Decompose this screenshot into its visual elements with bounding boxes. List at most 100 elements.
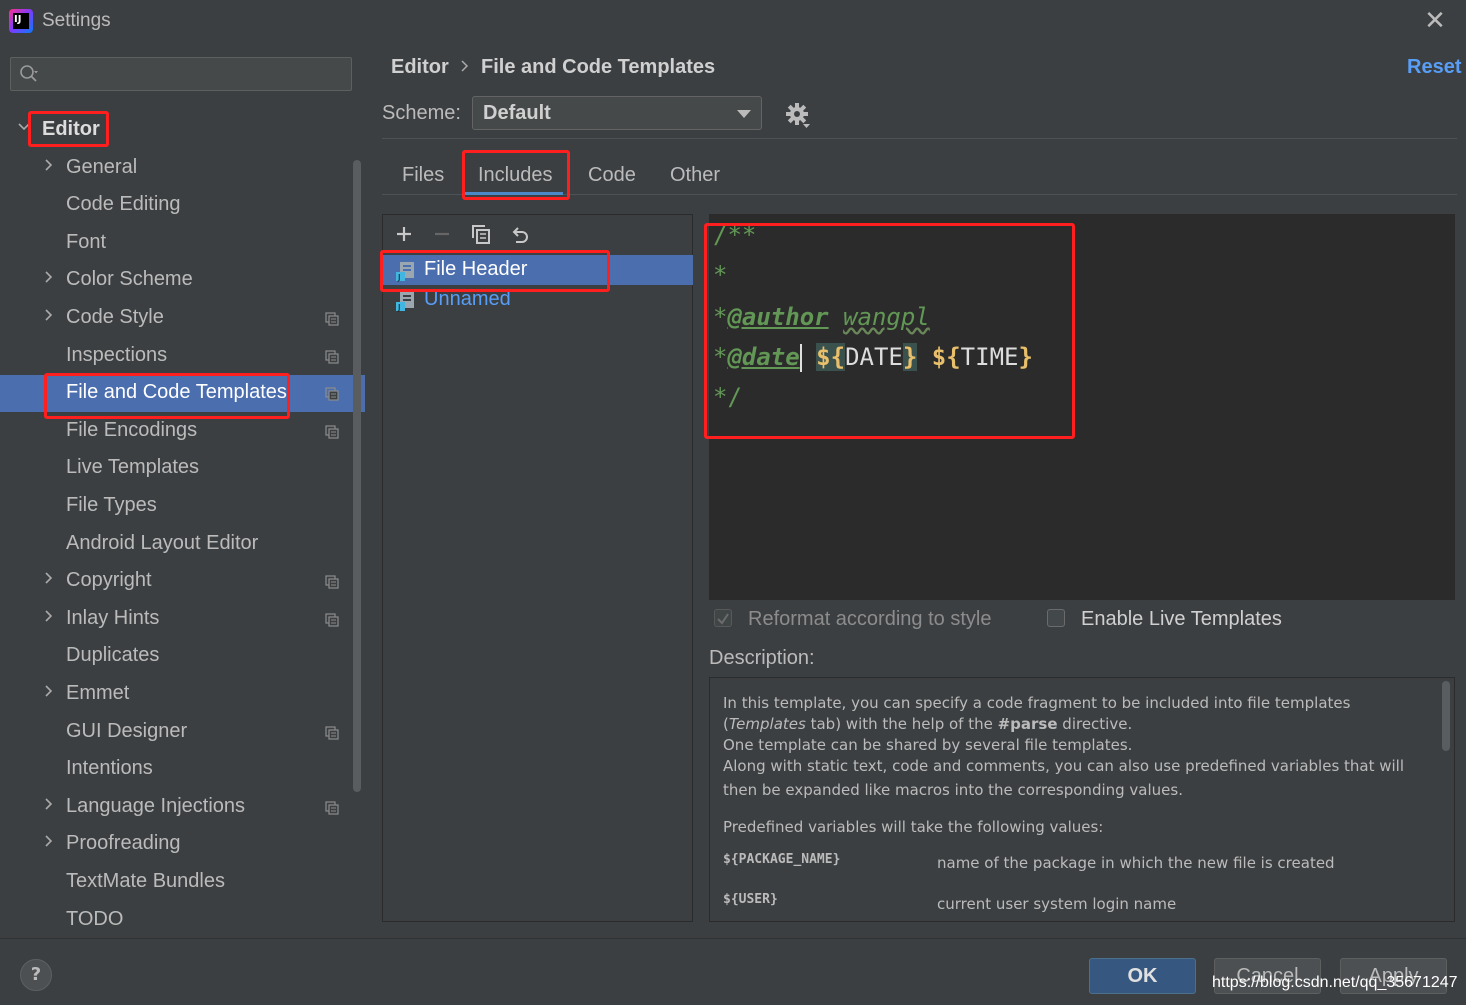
description-label: Description:: [709, 647, 815, 669]
chevron-right-icon[interactable]: [43, 798, 55, 810]
sidebar-item-label: Duplicates: [66, 644, 160, 666]
sidebar-item-copyright[interactable]: Copyright: [0, 563, 365, 600]
description-text: One template can be shared by several fi…: [723, 736, 1133, 754]
sidebar-scrollbar[interactable]: [353, 160, 361, 792]
date-variable: DATE: [845, 343, 903, 371]
variable-description: current user system login name: [937, 895, 1177, 913]
sidebar-item-intentions[interactable]: Intentions: [0, 751, 365, 788]
sidebar-item-label: Code Editing: [66, 193, 181, 215]
template-item-file-header[interactable]: J File Header: [383, 255, 693, 285]
breadcrumb-current: File and Code Templates: [481, 56, 716, 78]
sidebar-item-label: Language Injections: [66, 795, 246, 817]
chevron-right-icon[interactable]: [43, 309, 55, 321]
sidebar-item-proofreading[interactable]: Proofreading: [0, 826, 365, 863]
sidebar-item-font[interactable]: Font: [0, 225, 365, 262]
sidebar-item-file-and-code-templates[interactable]: File and Code Templates: [0, 375, 365, 412]
remove-icon[interactable]: [432, 224, 452, 244]
copy-icon[interactable]: [471, 224, 491, 244]
checkmark-icon: [717, 613, 729, 625]
java-file-icon: J: [396, 292, 414, 312]
watermark-text: https://blog.csdn.net/qq_35671247: [1212, 974, 1458, 991]
sidebar-item-code-style[interactable]: Code Style: [0, 300, 365, 337]
code-line: *@date ${DATE} ${TIME}: [713, 343, 1033, 372]
time-variable: TIME: [960, 343, 1019, 371]
chevron-right-icon[interactable]: [43, 271, 55, 283]
sidebar-item-label: Inspections: [66, 344, 168, 366]
description-text: Predefined variables will take the follo…: [723, 818, 1104, 836]
divider: [382, 138, 1457, 139]
scheme-label: Scheme:: [382, 102, 461, 124]
search-icon: [20, 65, 38, 82]
sidebar-item-label: Code Style: [66, 306, 164, 328]
sidebar-item-emmet[interactable]: Emmet: [0, 676, 365, 713]
settings-search-input[interactable]: [10, 57, 352, 91]
sidebar-item-language-injections[interactable]: Language Injections: [0, 789, 365, 826]
add-icon[interactable]: [394, 224, 414, 244]
sidebar-item-label: Font: [66, 231, 107, 253]
description-text: Along with static text, code and comment…: [723, 757, 1405, 775]
chevron-right-icon[interactable]: [43, 835, 55, 847]
reformat-checkbox[interactable]: Reformat according to style: [714, 608, 1014, 634]
reset-link[interactable]: Reset: [1407, 56, 1461, 79]
sidebar-item-duplicates[interactable]: Duplicates: [0, 638, 365, 675]
template-list-panel: J File Header J Unnamed: [382, 214, 693, 922]
window-title: Settings: [42, 10, 111, 31]
chevron-down-icon[interactable]: [18, 121, 30, 133]
sidebar-item-gui-designer[interactable]: GUI Designer: [0, 714, 365, 751]
sidebar-item-todo[interactable]: TODO: [0, 902, 365, 939]
sidebar-item-general[interactable]: General: [0, 150, 365, 187]
tab-includes[interactable]: Includes: [478, 164, 553, 187]
date-tag: @date: [727, 343, 800, 371]
description-text: then be expanded like macros into the co…: [723, 781, 1183, 799]
tab-files[interactable]: Files: [402, 164, 444, 187]
tab-code[interactable]: Code: [588, 164, 636, 187]
sidebar-item-label: File Types: [66, 494, 157, 516]
description-panel: In this template, you can specify a code…: [709, 677, 1455, 922]
sidebar-item-inspections[interactable]: Inspections: [0, 338, 365, 375]
code-line: /**: [713, 221, 757, 249]
code-line: *: [713, 261, 728, 289]
tree-item-editor[interactable]: Editor: [0, 112, 365, 149]
breadcrumb-parent[interactable]: Editor: [391, 56, 449, 79]
template-name: Unnamed: [424, 288, 511, 310]
sidebar-item-inlay-hints[interactable]: Inlay Hints: [0, 601, 365, 638]
sidebar-item-code-editing[interactable]: Code Editing: [0, 187, 365, 224]
project-scope-icon: [325, 350, 339, 364]
scheme-select[interactable]: Default: [472, 96, 762, 130]
chevron-right-icon[interactable]: [43, 610, 55, 622]
variable-description: name of the package in which the new fil…: [937, 854, 1335, 872]
sidebar-item-textmate-bundles[interactable]: TextMate Bundles: [0, 864, 365, 901]
help-button[interactable]: ?: [20, 959, 52, 991]
gear-icon[interactable]: [785, 102, 811, 128]
code-line: *@author wangpl: [713, 303, 930, 331]
enable-live-templates-checkbox[interactable]: Enable Live Templates: [1047, 608, 1307, 634]
chevron-right-icon[interactable]: [43, 685, 55, 697]
tab-other[interactable]: Other: [670, 164, 720, 187]
sidebar-item-file-encodings[interactable]: File Encodings: [0, 413, 365, 450]
sidebar-item-label: TextMate Bundles: [66, 870, 225, 892]
sidebar-item-android-layout-editor[interactable]: Android Layout Editor: [0, 526, 365, 563]
template-item-unnamed[interactable]: J Unnamed: [383, 285, 693, 315]
sidebar-item-label: File Encodings: [66, 419, 198, 441]
sidebar-item-live-templates[interactable]: Live Templates: [0, 450, 365, 487]
reset-template-icon[interactable]: [510, 224, 530, 244]
template-code-editor[interactable]: /** * *@author wangpl *@date ${DATE} ${T…: [709, 214, 1455, 600]
title-bar: Settings ✕: [0, 0, 1466, 44]
description-scrollbar[interactable]: [1442, 681, 1450, 751]
sidebar-item-file-types[interactable]: File Types: [0, 488, 365, 525]
project-scope-icon: [325, 312, 339, 326]
text-caret: [799, 344, 802, 372]
sidebar-item-label: Live Templates: [66, 456, 200, 478]
template-name: File Header: [424, 258, 528, 280]
project-scope-icon: [325, 575, 339, 589]
close-icon[interactable]: ✕: [1420, 6, 1450, 36]
svg-text:J: J: [397, 273, 400, 282]
template-tabs: Files Includes Code Other: [382, 150, 1457, 195]
chevron-right-icon: [461, 60, 469, 72]
chevron-right-icon[interactable]: [43, 572, 55, 584]
ok-button[interactable]: OK: [1089, 958, 1196, 994]
scheme-value: Default: [483, 102, 551, 124]
chevron-right-icon[interactable]: [43, 159, 55, 171]
checkbox-label: Reformat according to style: [748, 608, 992, 630]
sidebar-item-color-scheme[interactable]: Color Scheme: [0, 262, 365, 299]
